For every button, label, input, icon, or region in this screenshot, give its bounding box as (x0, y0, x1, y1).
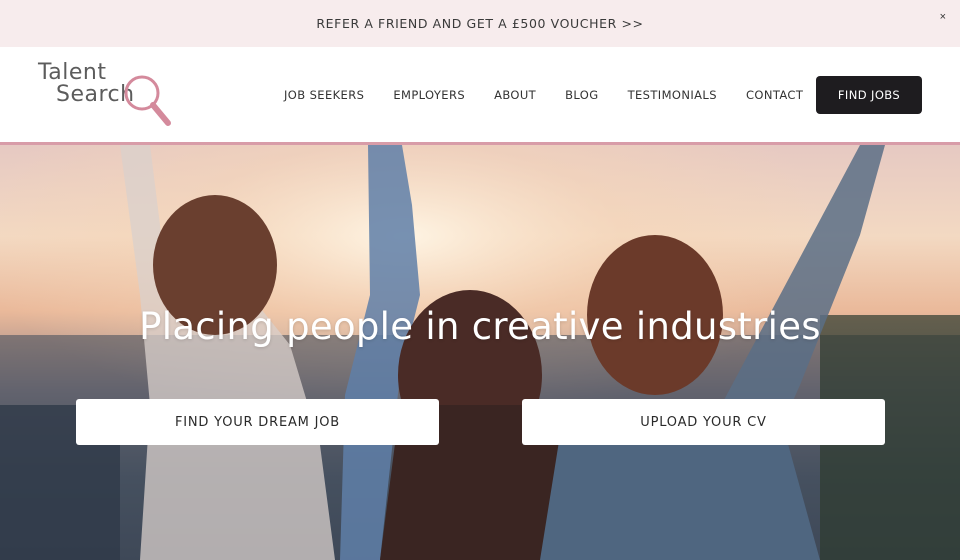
promo-bar: REFER A FRIEND AND GET A £500 VOUCHER >>… (0, 0, 960, 47)
hero-headline: Placing people in creative industries (139, 305, 821, 348)
talent-search-logo[interactable]: Talent Search (36, 61, 176, 133)
nav-testimonials[interactable]: TESTIMONIALS (628, 88, 717, 102)
main-nav: JOB SEEKERS EMPLOYERS ABOUT BLOG TESTIMO… (284, 47, 832, 142)
find-jobs-button[interactable]: FIND JOBS (816, 76, 922, 114)
close-icon[interactable]: × (940, 11, 946, 23)
nav-blog[interactable]: BLOG (565, 88, 598, 102)
site-header: Talent Search JOB SEEKERS EMPLOYERS ABOU… (0, 47, 960, 145)
nav-job-seekers[interactable]: JOB SEEKERS (284, 88, 364, 102)
find-dream-job-button[interactable]: FIND YOUR DREAM JOB (76, 399, 439, 445)
magnifying-glass-icon (124, 75, 171, 126)
hero-banner: Placing people in creative industries FI… (0, 145, 960, 560)
upload-cv-button[interactable]: UPLOAD YOUR CV (522, 399, 885, 445)
promo-referral-link[interactable]: REFER A FRIEND AND GET A £500 VOUCHER >> (316, 16, 643, 31)
hero-background-image (0, 145, 960, 560)
nav-contact[interactable]: CONTACT (746, 88, 803, 102)
nav-employers[interactable]: EMPLOYERS (393, 88, 465, 102)
nav-about[interactable]: ABOUT (494, 88, 536, 102)
